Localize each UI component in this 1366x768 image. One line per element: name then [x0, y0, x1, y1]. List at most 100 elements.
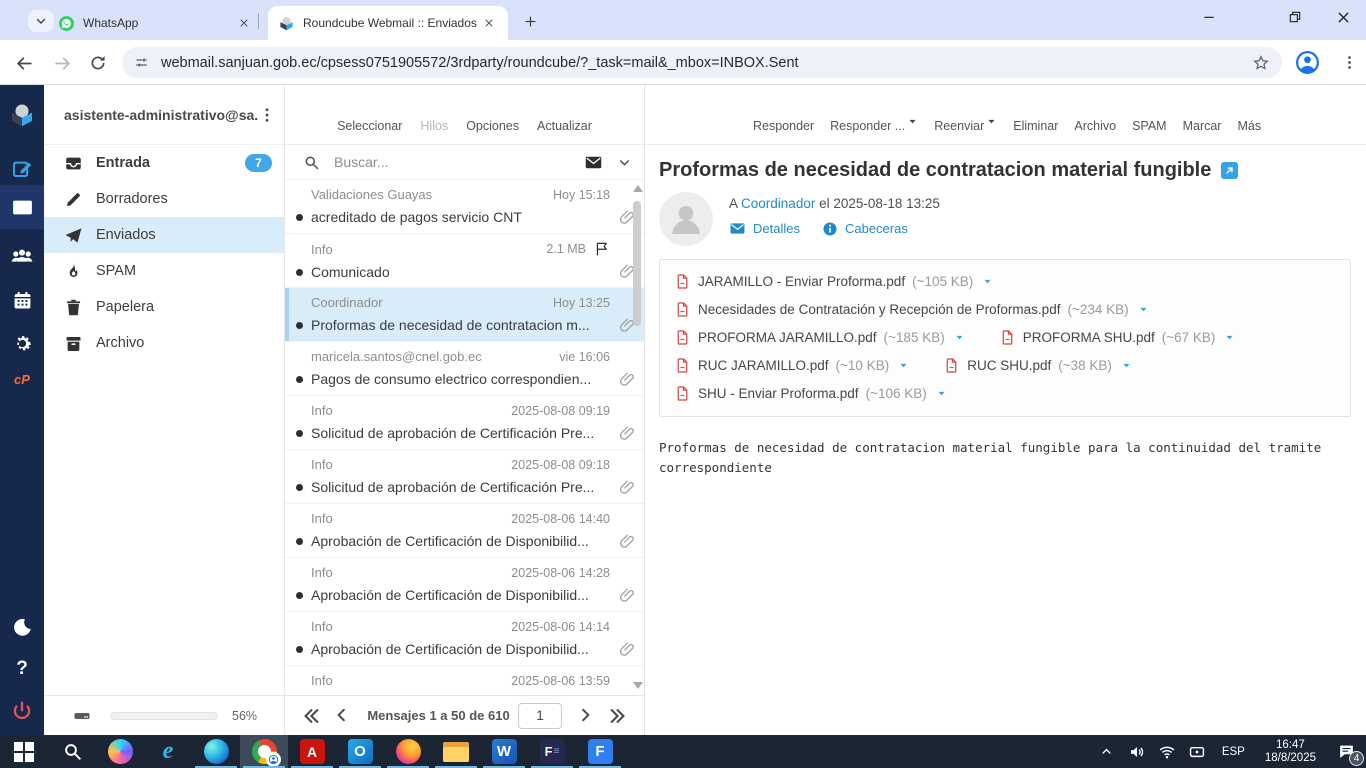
tab-roundcube[interactable]: Roundcube Webmail :: Enviados [268, 6, 508, 40]
folder-entrada[interactable]: Entrada 7 [44, 145, 284, 181]
open-in-new-window-icon[interactable] [1221, 162, 1239, 179]
tab-close-icon[interactable] [235, 14, 253, 32]
browser-menu-icon[interactable] [1338, 49, 1360, 76]
forward-button[interactable] [48, 49, 76, 77]
file-explorer-button[interactable] [432, 735, 480, 768]
clock[interactable]: 16:47 18/8/2025 [1255, 739, 1326, 765]
attachment[interactable]: JARAMILLO - Enviar Proforma.pdf (~105 KB… [674, 273, 993, 290]
reply-button[interactable]: Responder [753, 94, 814, 133]
account-menu-icon[interactable] [258, 106, 276, 124]
message-row-selected[interactable]: Coordinador Hoy 13:25 Proformas de necesi… [285, 288, 644, 342]
first-page-button[interactable] [301, 706, 321, 726]
attachment[interactable]: RUC JARAMILLO.pdf (~10 KB) [674, 357, 909, 374]
browser-profile-icon[interactable] [1294, 49, 1321, 76]
scroll-down-icon[interactable] [633, 682, 643, 689]
folder-archivo[interactable]: Archivo [44, 325, 284, 361]
attachment-menu-icon[interactable] [1138, 304, 1149, 315]
firefox-button[interactable] [384, 735, 432, 768]
volume-icon[interactable] [1122, 735, 1152, 768]
edge-button[interactable] [192, 735, 240, 768]
scrollbar-thumb[interactable] [633, 201, 641, 326]
window-minimize-button[interactable] [1186, 0, 1232, 34]
page-number-input[interactable]: 1 [518, 702, 562, 729]
tray-chevron-icon[interactable] [1092, 735, 1122, 768]
message-row[interactable]: Info 2025-08-06 13:59 [285, 666, 644, 695]
attachment-menu-icon[interactable] [1224, 332, 1235, 343]
compose-button[interactable] [0, 149, 44, 189]
scroll-up-icon[interactable] [633, 185, 643, 192]
window-restore-button[interactable] [1272, 0, 1318, 34]
reply-all-menu-icon[interactable] [907, 116, 918, 127]
nav-contacts-button[interactable] [0, 237, 44, 277]
search-scope-icon[interactable] [584, 153, 603, 172]
folder-spam[interactable]: SPAM [44, 253, 284, 289]
new-tab-button[interactable] [518, 9, 542, 33]
mark-button[interactable]: Marcar [1183, 94, 1221, 133]
bookmark-star-icon[interactable] [1252, 54, 1270, 72]
attachment-menu-icon[interactable] [982, 276, 993, 287]
forward-menu-icon[interactable] [986, 116, 997, 127]
taskbar-search-button[interactable] [48, 735, 96, 768]
copilot-button[interactable] [96, 735, 144, 768]
help-button[interactable]: ? [0, 649, 44, 689]
nav-settings-button[interactable] [0, 323, 44, 363]
tab-whatsapp[interactable]: WhatsApp [48, 6, 263, 40]
nav-mail-button[interactable] [0, 185, 44, 229]
cast-icon[interactable] [1182, 735, 1212, 768]
forward-button[interactable]: Reenviar [934, 94, 984, 133]
attachment[interactable]: PROFORMA JARAMILLO.pdf (~185 KB) [674, 329, 965, 346]
message-row[interactable]: Info 2.1 MB Comunicado [285, 234, 644, 288]
acrobat-button[interactable]: A [288, 735, 336, 768]
search-options-chevron-icon[interactable] [617, 155, 632, 170]
headers-link[interactable]: Cabeceras [822, 221, 908, 237]
refresh-button[interactable]: Actualizar [537, 94, 592, 133]
internet-explorer-button[interactable]: e [144, 735, 192, 768]
folder-borradores[interactable]: Borradores [44, 181, 284, 217]
reply-all-button[interactable]: Responder ... [830, 94, 905, 133]
threads-button[interactable]: Hilos [420, 94, 448, 133]
folder-papelera[interactable]: Papelera [44, 289, 284, 325]
notification-center-button[interactable]: 4 [1326, 735, 1366, 768]
spam-button[interactable]: SPAM [1132, 94, 1167, 133]
last-page-button[interactable] [608, 706, 628, 726]
prev-page-button[interactable] [333, 706, 353, 726]
app-f-blue-button[interactable]: F [576, 735, 624, 768]
archive-button[interactable]: Archivo [1074, 94, 1116, 133]
language-indicator[interactable]: ESP [1212, 746, 1255, 758]
logout-button[interactable] [0, 691, 44, 731]
attachment[interactable]: SHU - Enviar Proforma.pdf (~106 KB) [674, 385, 947, 402]
reload-button[interactable] [84, 49, 112, 77]
wifi-icon[interactable] [1152, 735, 1182, 768]
window-close-button[interactable] [1320, 0, 1366, 34]
back-button[interactable] [10, 49, 38, 77]
message-row[interactable]: Info 2025-08-06 14:40 Aprobación de Certi… [285, 504, 644, 558]
recipient-link[interactable]: Coordinador [741, 196, 815, 211]
message-row[interactable]: Validaciones Guayas Hoy 15:18 acreditado … [285, 180, 644, 234]
delete-button[interactable]: Eliminar [1013, 94, 1058, 133]
next-page-button[interactable] [576, 706, 596, 726]
list-scrollbar[interactable] [632, 183, 643, 691]
message-row[interactable]: Info 2025-08-06 14:28 Aprobación de Certi… [285, 558, 644, 612]
attachment-menu-icon[interactable] [954, 332, 965, 343]
message-row[interactable]: maricela.santos@cnel.gob.ec vie 16:06 Pag… [285, 342, 644, 396]
select-button[interactable]: Seleccionar [337, 94, 402, 133]
word-button[interactable]: W [480, 735, 528, 768]
chrome-button[interactable] [240, 735, 288, 768]
tab-close-icon[interactable] [480, 14, 498, 32]
message-row[interactable]: Info 2025-08-08 09:18 Solicitud de aproba… [285, 450, 644, 504]
attachment-menu-icon[interactable] [936, 388, 947, 399]
cpanel-button[interactable]: cP [0, 359, 44, 399]
attachment[interactable]: Necesidades de Contratación y Recepción … [674, 301, 1149, 318]
message-row[interactable]: Info 2025-08-06 14:14 Aprobación de Certi… [285, 612, 644, 666]
message-row[interactable]: Info 2025-08-08 09:19 Solicitud de aproba… [285, 396, 644, 450]
app-f-dark-button[interactable]: F ≡ [528, 735, 576, 768]
folder-enviados[interactable]: Enviados [44, 217, 284, 253]
search-input[interactable] [332, 153, 584, 171]
outlook-button[interactable]: O [336, 735, 384, 768]
nav-calendar-button[interactable] [0, 280, 44, 320]
attachment[interactable]: RUC SHU.pdf (~38 KB) [943, 357, 1132, 374]
attachment-menu-icon[interactable] [898, 360, 909, 371]
site-info-icon[interactable] [134, 55, 149, 70]
dark-mode-button[interactable] [0, 607, 44, 647]
start-button[interactable] [0, 735, 48, 768]
